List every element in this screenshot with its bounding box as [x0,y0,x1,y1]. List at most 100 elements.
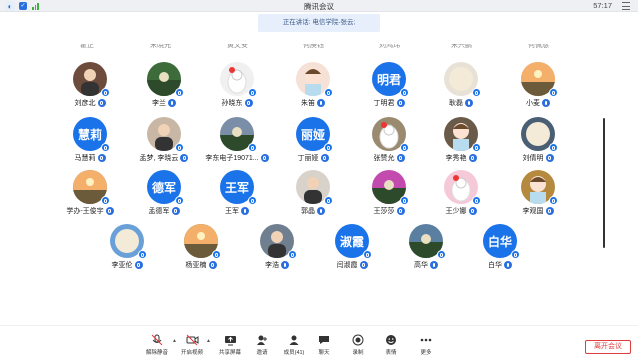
toolbar-button[interactable]: 聊天 [309,334,339,356]
participant-name-row: 张赞允 [354,153,424,163]
participant-name: 李浩 [265,262,279,269]
mic-icon [97,154,106,162]
mic-icon [396,207,405,215]
toolbar-button[interactable]: 表情 [376,334,406,356]
participant-tile[interactable]: 李亚伦 [92,224,162,284]
participant-name: 孟梦, 李晓云 [139,155,179,162]
participant-name-row: 丁明君 [354,98,424,108]
participant-tile[interactable]: 张赞允 [354,117,424,177]
cut-participant-name: 宋兴鹏 [451,44,472,49]
participant-tile[interactable]: 淑霞 闫淑霞 [317,224,387,284]
participant-tile[interactable]: 朱笛 [278,62,348,122]
mic-status-icon [400,88,409,97]
mic-icon [241,207,249,215]
participant-tile[interactable]: 刘倩明 [503,117,573,177]
mic-icon [105,207,114,215]
participant-tile[interactable]: 孙晓东 [202,62,272,122]
share-screen-icon [223,334,237,346]
toolbar-button-label: 更多 [420,350,432,356]
mic-icon [180,154,189,162]
participant-tile[interactable]: 刘彦北 [55,62,125,122]
meeting-toolbar: 解除静音 开启视频 共享屏幕 邀请 成员(41) 聊天 录制 表情 更多 ▲ ▲ [0,325,638,358]
mic-status-icon [212,250,221,259]
mic-status-icon [101,143,110,152]
participant-tile[interactable]: 高华 [391,224,461,284]
participant-name-row: 李东电子19071... [202,153,272,163]
mic-icon [504,261,512,269]
mic-status-icon [138,250,147,259]
participant-name: 刘倩明 [522,155,544,162]
mic-status-icon [248,143,257,152]
participant-name-row: 郭晶 [278,206,348,216]
participant-name-row: 朱笛 [278,98,348,108]
mic-status-icon [175,143,184,152]
participant-name-row: 高华 [391,260,461,270]
participant-name: 丁丽娅 [297,155,319,162]
mic-icon [468,154,477,162]
participant-tile[interactable]: 郭晶 [278,170,348,230]
participant-name-row: 李亚伦 [92,260,162,270]
mic-icon [134,261,143,269]
toolbar-button-label: 表情 [385,350,397,356]
participant-tile[interactable]: 学办-王俊宇 [55,170,125,230]
participant-tile[interactable]: 丽娅 丁丽娅 [278,117,348,177]
participant-tile[interactable]: 孟梦, 李晓云 [129,117,199,177]
caret-up-icon[interactable]: ▲ [172,338,177,344]
participant-tile[interactable]: 明君 丁明君 [354,62,424,122]
mic-status-icon [472,88,481,97]
participant-tile[interactable]: 王军 王军 [202,170,272,230]
toolbar-button[interactable]: 邀请 [247,334,277,356]
participant-name: 朱笛 [301,100,315,107]
toolbar-button[interactable]: 成员(41) [279,334,309,356]
participant-name: 李东电子19071... [205,155,259,162]
mic-icon [468,207,477,215]
speaking-indicator: 正在讲话: 电信学院-张云; [258,14,380,32]
participant-tile[interactable]: 李兰 [129,62,199,122]
participant-name: 李秀艳 [445,155,467,162]
participant-tile[interactable]: 李秀艳 [426,117,496,177]
cut-participant-name: 黄文安 [227,44,248,49]
participant-name-row: 刘倩明 [503,153,573,163]
participant-name-row: 王少娜 [426,206,496,216]
cut-participant-name: 何佩慈 [528,44,549,49]
participant-name-row: 李浩 [242,260,312,270]
participant-tile[interactable]: 慧莉 马慧莉 [55,117,125,177]
mic-icon [317,207,325,215]
leave-meeting-button[interactable]: 离开会议 [585,340,631,354]
mic-icon [359,261,368,269]
more-icon [419,334,433,346]
participant-tile[interactable]: 白华 白华 [465,224,535,284]
participant-tile[interactable]: 李观国 [503,170,573,230]
participant-name-row: 孟梦, 李晓云 [129,153,199,163]
mic-status-icon [472,196,481,205]
participant-tile[interactable]: 王少娜 [426,170,496,230]
mic-status-icon [175,196,184,205]
participant-tile[interactable]: 李东电子19071... [202,117,272,177]
participant-tile[interactable]: 耿磊 [426,62,496,122]
toolbar-button-label: 共享屏幕 [218,350,241,356]
mic-status-icon [549,88,558,97]
window-menu-icon[interactable] [622,2,630,10]
participant-tile[interactable]: 小麦 [503,62,573,122]
participant-name-row: 王莎莎 [354,206,424,216]
toolbar-button[interactable]: 录制 [343,334,373,356]
participant-tile[interactable]: 德军 孟德军 [129,170,199,230]
mic-icon [168,99,176,107]
mic-status-icon [400,196,409,205]
cut-participant-name: 宋晓元 [150,44,171,49]
participant-name: 马慧莉 [74,155,96,162]
toolbar-button[interactable]: 更多 [411,334,441,356]
participant-name: 郭晶 [301,208,315,215]
grid-scrollbar[interactable] [603,118,605,248]
participant-tile[interactable]: 李浩 [242,224,312,284]
participant-tile[interactable]: 杨亚楠 [166,224,236,284]
meeting-timer: 57:17 [593,1,612,10]
toolbar-button[interactable]: 共享屏幕 [215,334,245,356]
toolbar-button[interactable]: 开启视频 [177,334,207,356]
participant-tile[interactable]: 王莎莎 [354,170,424,230]
mic-icon [320,154,329,162]
toolbar-button[interactable]: 解除静音 [142,334,172,356]
mic-status-icon [511,250,520,259]
caret-up-icon[interactable]: ▲ [206,338,211,344]
participant-name: 孟德军 [148,208,170,215]
